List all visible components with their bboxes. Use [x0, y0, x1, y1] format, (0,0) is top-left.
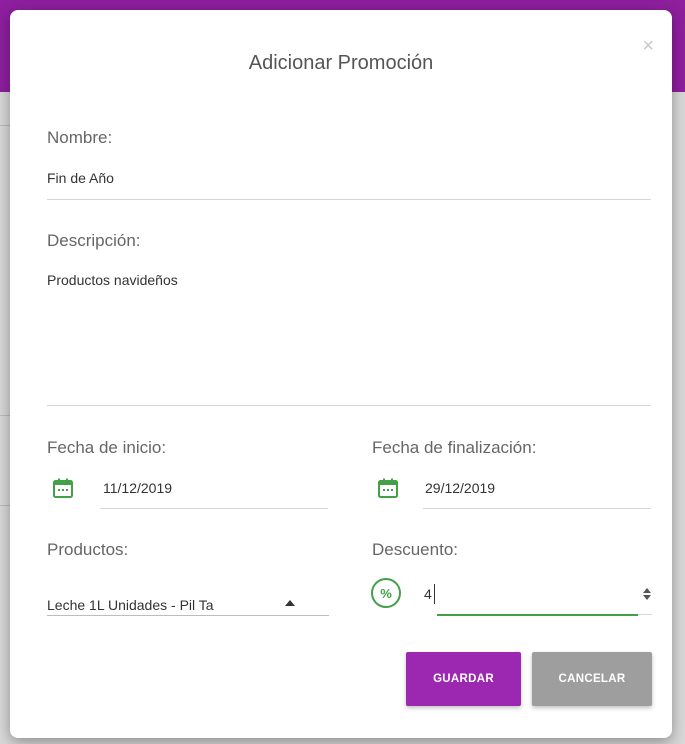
- number-spinner-icon[interactable]: [642, 587, 652, 601]
- calendar-icon[interactable]: [377, 477, 399, 499]
- close-icon[interactable]: ×: [642, 36, 654, 56]
- caret-up-icon[interactable]: [285, 600, 295, 606]
- descuento-underline: [638, 614, 652, 615]
- percent-icon: %: [371, 578, 401, 608]
- descripcion-underline: [47, 405, 651, 406]
- cancelar-button[interactable]: CANCELAR: [532, 652, 652, 706]
- fecha-fin-input[interactable]: 29/12/2019: [425, 480, 495, 496]
- productos-select[interactable]: Leche 1L Unidades - Pil Ta: [47, 597, 267, 613]
- nombre-label: Nombre:: [47, 128, 113, 147]
- nombre-underline: [47, 199, 651, 200]
- descripcion-label: Descripción:: [47, 231, 141, 250]
- fecha-inicio-label: Fecha de inicio:: [47, 438, 167, 457]
- descuento-underline-focused: [437, 614, 638, 616]
- fecha-inicio-underline: [100, 508, 328, 509]
- text-cursor: [434, 584, 435, 604]
- nombre-input[interactable]: Fin de Año: [47, 170, 114, 186]
- descuento-label: Descuento:: [372, 540, 458, 559]
- guardar-button[interactable]: GUARDAR: [406, 652, 521, 706]
- fecha-fin-label: Fecha de finalización:: [372, 438, 537, 457]
- add-promotion-modal: Adicionar Promoción × Nombre: Fin de Año…: [10, 10, 672, 738]
- productos-label: Productos:: [47, 540, 129, 559]
- descripcion-textarea[interactable]: Productos navideños: [47, 272, 178, 288]
- descuento-input[interactable]: 4: [424, 586, 432, 602]
- calendar-icon[interactable]: [52, 477, 74, 499]
- fecha-inicio-input[interactable]: 11/12/2019: [103, 480, 172, 496]
- productos-underline: [47, 615, 329, 616]
- modal-title: Adicionar Promoción: [248, 52, 434, 74]
- fecha-fin-underline: [423, 508, 651, 509]
